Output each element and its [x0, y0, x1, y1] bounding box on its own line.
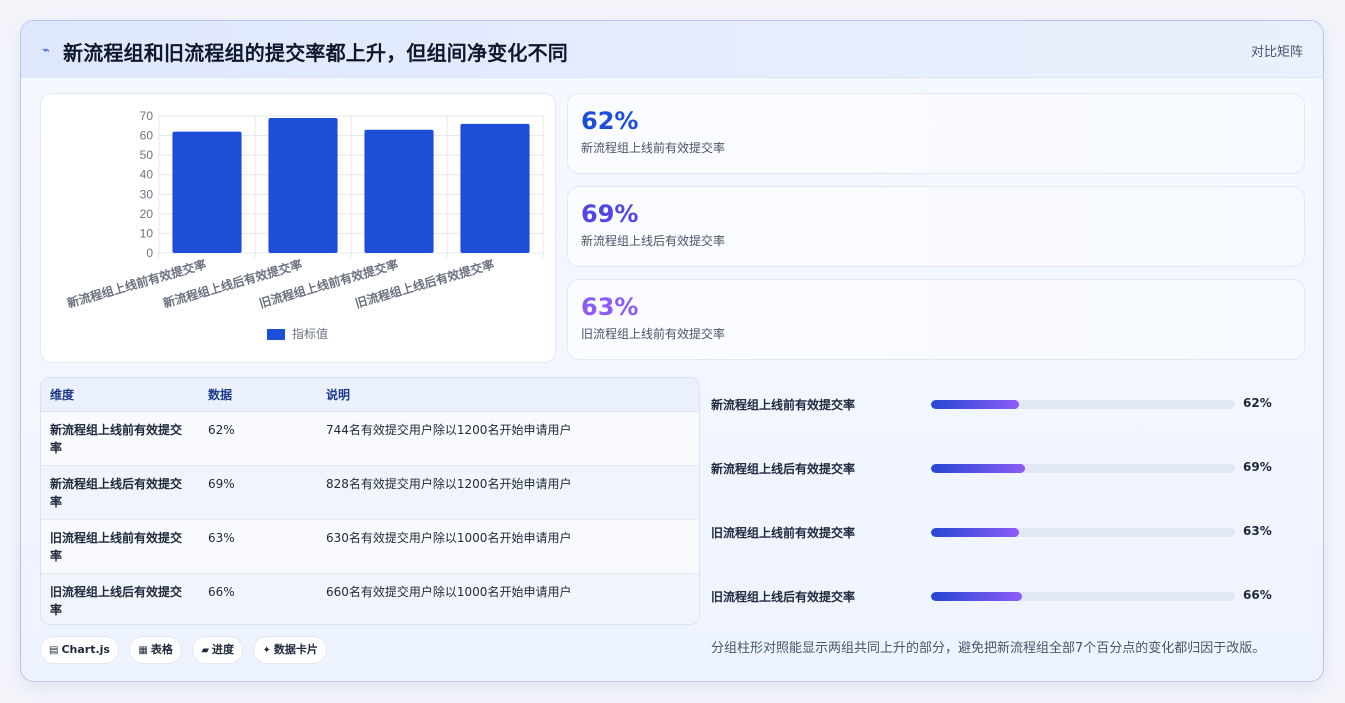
- progress-track: [931, 400, 1235, 409]
- progress-row: 旧流程组上线前有效提交率 63%: [711, 522, 1291, 542]
- chip-label: Chart.js: [61, 643, 110, 656]
- progress-label: 旧流程组上线后有效提交率: [711, 590, 856, 604]
- chip-progress[interactable]: ▰ 进度: [192, 636, 244, 664]
- value-cell: 66%: [208, 584, 235, 599]
- progress-row: 新流程组上线前有效提交率 62%: [711, 394, 1291, 414]
- progress-track: [931, 592, 1235, 601]
- data-table-card: 维度 数据 说明 新流程组上线前有效提交率 62% 744名有效提交用户除以12…: [40, 377, 700, 625]
- y-tick-label: 40: [140, 168, 154, 182]
- progress-fill: [931, 400, 1020, 409]
- chip-label: 表格: [150, 643, 173, 656]
- y-tick-label: 50: [140, 148, 154, 162]
- page-title: 新流程组和旧流程组的提交率都上升，但组间净变化不同: [63, 41, 568, 65]
- chip-label: 进度: [212, 643, 235, 656]
- progress-label: 旧流程组上线前有效提交率: [711, 526, 856, 540]
- column-header-description: 说明: [317, 378, 699, 412]
- progress-label: 新流程组上线后有效提交率: [711, 462, 856, 476]
- column-header-dimension: 维度: [41, 378, 199, 412]
- value-cell: 62%: [199, 411, 317, 466]
- table-icon: ▦: [138, 645, 148, 656]
- stat-label: 新流程组上线后有效提交率: [581, 234, 726, 248]
- y-tick-label: 30: [140, 187, 154, 201]
- chip-data-cards[interactable]: ✦ 数据卡片: [253, 636, 327, 664]
- table-row: 新流程组上线前有效提交率 62% 744名有效提交用户除以1200名开始申请用户: [41, 411, 699, 466]
- table-row: 新流程组上线后有效提交率 69% 828名有效提交用户除以1200名开始申请用户: [41, 465, 699, 520]
- progress-value: 63%: [1243, 524, 1272, 538]
- bar: [364, 129, 434, 253]
- bar-chart: 010203040506070新流程组上线前有效提交率新流程组上线后有效提交率旧…: [65, 109, 544, 341]
- progress-value: 62%: [1243, 396, 1272, 410]
- bar: [460, 123, 530, 253]
- comparison-matrix-tag: 对比矩阵: [1250, 45, 1303, 60]
- stat-card: 69% 新流程组上线后有效提交率: [567, 186, 1305, 267]
- value-cell: 63%: [199, 519, 317, 574]
- dimension-cell: 新流程组上线后有效提交率: [41, 465, 199, 520]
- stat-label: 新流程组上线前有效提交率: [581, 141, 726, 155]
- footnote: 分组柱形对照能显示两组共同上升的部分，避免把新流程组全部7个百分点的变化都归因于…: [711, 641, 1266, 656]
- progress-row: 新流程组上线后有效提交率 69%: [711, 458, 1291, 478]
- table-row: 旧流程组上线前有效提交率 63% 630名有效提交用户除以1000名开始申请用户: [41, 519, 699, 574]
- bar: [172, 131, 242, 253]
- bar: [268, 117, 338, 253]
- progress-icon: ▰: [201, 645, 210, 656]
- stat-value: 62%: [581, 107, 639, 135]
- stat-card: 62% 新流程组上线前有效提交率: [567, 93, 1305, 174]
- dimension-cell: 旧流程组上线前有效提交率: [41, 519, 199, 574]
- table-row: 旧流程组上线后有效提交率 66% 660名有效提交用户除以1000名开始申请用户: [41, 573, 699, 624]
- chip-label: 数据卡片: [273, 643, 318, 656]
- progress-value: 66%: [1243, 588, 1272, 602]
- progress-value: 69%: [1243, 460, 1272, 474]
- description-cell: 660名有效提交用户除以1000名开始申请用户: [326, 584, 572, 599]
- chip-chartjs[interactable]: ▤ Chart.js: [40, 636, 119, 664]
- description-cell: 630名有效提交用户除以1000名开始申请用户: [317, 519, 699, 574]
- legend-label: 指标值: [292, 326, 328, 341]
- legend-swatch: [267, 329, 285, 340]
- progress-fill: [931, 592, 1023, 601]
- stat-card: 63% 旧流程组上线前有效提交率: [567, 279, 1305, 360]
- view-chips: ▤ Chart.js ▦ 表格 ▰ 进度 ✦ 数据卡片: [40, 636, 333, 664]
- stat-value: 63%: [581, 293, 639, 321]
- panel-header: ⌁ 新流程组和旧流程组的提交率都上升，但组间净变化不同 对比矩阵: [21, 21, 1323, 78]
- bar-chart-card: 0 10 20 30 40 50 60 70 新流程组上线前有效提交率 新流程组上线后有效提交率旧…: [40, 93, 556, 363]
- progress-fill: [931, 528, 1020, 537]
- stat-value: 69%: [581, 200, 639, 228]
- y-tick-label: 10: [140, 226, 154, 240]
- table-header-row: 维度 数据 说明: [41, 378, 699, 412]
- progress-label: 新流程组上线前有效提交率: [711, 398, 856, 412]
- dimension-cell: 新流程组上线前有效提交率: [41, 411, 199, 466]
- progress-row: 旧流程组上线后有效提交率 66%: [711, 586, 1291, 606]
- y-tick-label: 20: [140, 207, 154, 221]
- value-cell: 69%: [199, 465, 317, 520]
- description-cell: 744名有效提交用户除以1200名开始申请用户: [317, 411, 699, 466]
- chart-icon: ▤: [49, 645, 59, 656]
- y-tick-label: 60: [140, 129, 154, 143]
- progress-track: [931, 528, 1235, 537]
- sparkle-icon: ✦: [262, 645, 271, 656]
- column-header-data: 数据: [199, 378, 317, 412]
- progress-fill: [931, 464, 1026, 473]
- chip-table[interactable]: ▦ 表格: [129, 636, 182, 664]
- y-tick-label: 70: [140, 109, 154, 123]
- progress-track: [931, 464, 1235, 473]
- y-tick-label: 0: [146, 246, 153, 260]
- dashboard-panel: ⌁ 新流程组和旧流程组的提交率都上升，但组间净变化不同 对比矩阵 0 10 20 30…: [20, 20, 1324, 682]
- dimension-cell: 旧流程组上线后有效提交率: [50, 584, 183, 617]
- data-table: 维度 数据 说明 新流程组上线前有效提交率 62% 744名有效提交用户除以12…: [41, 378, 699, 624]
- description-cell: 828名有效提交用户除以1200名开始申请用户: [317, 465, 699, 520]
- stat-label: 旧流程组上线前有效提交率: [581, 327, 726, 341]
- bolt-icon: ⌁: [42, 42, 50, 57]
